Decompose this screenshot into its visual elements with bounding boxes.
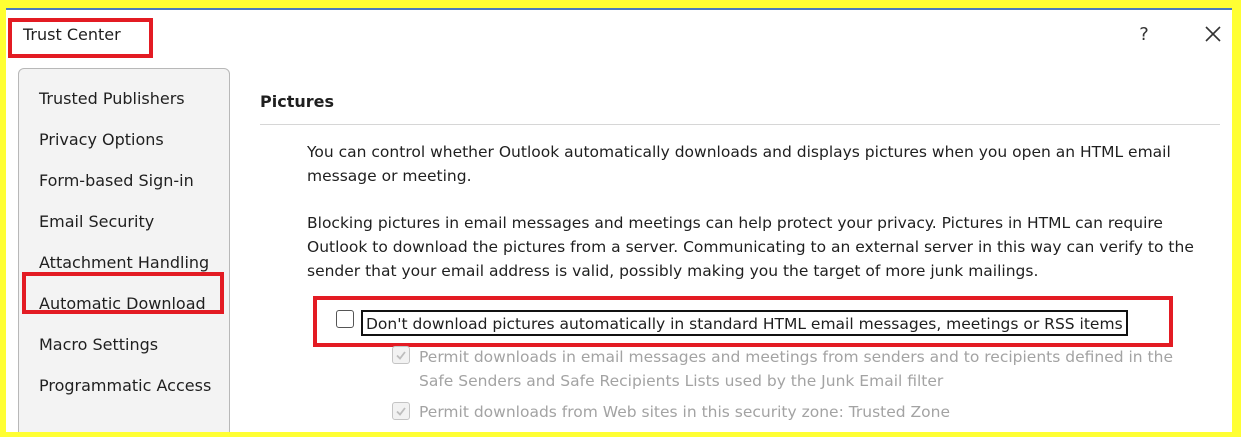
section-divider [260,124,1220,125]
checkmark-icon [396,407,406,416]
permit-safe-senders-label[interactable]: Permit downloads in email messages and m… [419,345,1209,393]
intro-paragraph: You can control whether Outlook automati… [307,143,1171,185]
sidebar-item-email-security[interactable]: Email Security [39,212,154,231]
sidebar-item-privacy-options[interactable]: Privacy Options [39,130,164,149]
permit-trusted-zone-label[interactable]: Permit downloads from Web sites in this … [419,400,1209,424]
dialog-title: Trust Center [23,25,121,44]
sidebar: Trusted Publishers Privacy Options Form-… [18,68,230,432]
sidebar-item-attachment-handling[interactable]: Attachment Handling [39,253,209,272]
permit-safe-senders-checkbox[interactable] [392,346,410,364]
close-button[interactable] [1200,20,1226,48]
trust-center-dialog: Trust Center ? Trusted Publishers Privac… [6,8,1232,432]
sidebar-item-macro-settings[interactable]: Macro Settings [39,335,158,354]
sidebar-item-programmatic-access[interactable]: Programmatic Access [39,376,211,395]
help-button[interactable]: ? [1134,24,1154,48]
permit-trusted-zone-checkbox[interactable] [392,402,410,420]
dont-download-label[interactable]: Don't download pictures automatically in… [361,310,1128,336]
checkmark-icon [396,351,406,360]
sidebar-item-trusted-publishers[interactable]: Trusted Publishers [39,89,185,108]
dont-download-checkbox[interactable] [336,310,354,328]
section-heading-pictures: Pictures [260,92,334,111]
sidebar-item-form-based-sign-in[interactable]: Form-based Sign-in [39,171,194,190]
close-icon [1205,26,1221,42]
sidebar-item-automatic-download[interactable]: Automatic Download [39,294,206,313]
privacy-paragraph: Blocking pictures in email messages and … [307,214,1194,280]
